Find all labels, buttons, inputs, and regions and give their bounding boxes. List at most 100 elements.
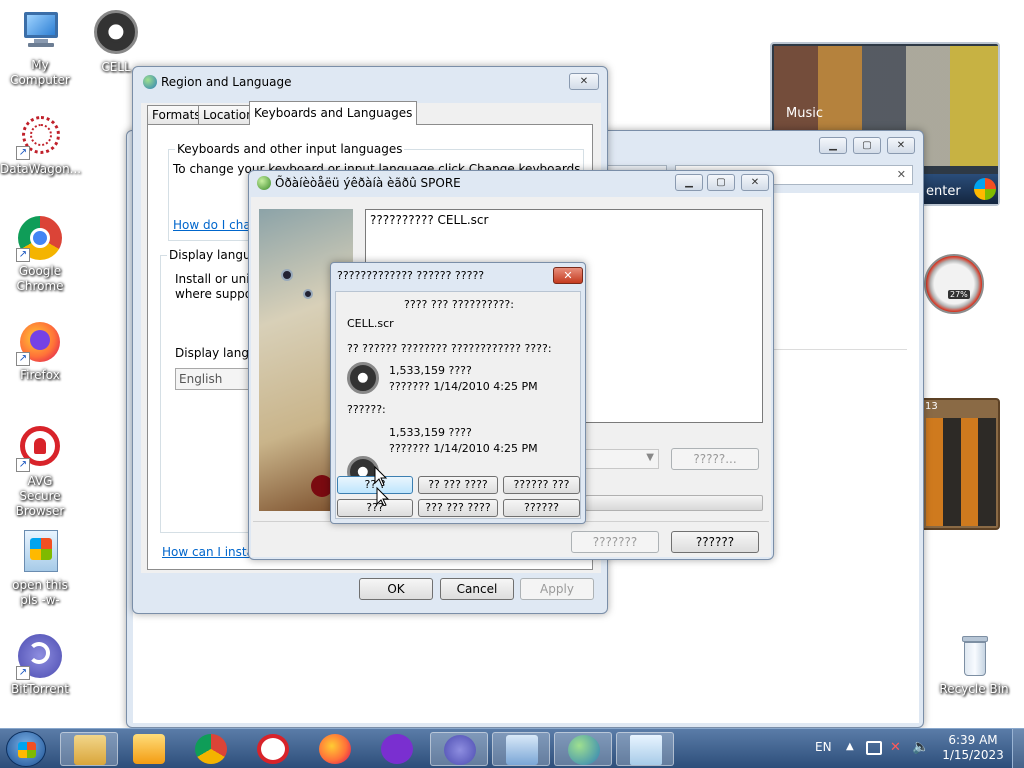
bg-maximize-button[interactable]: ▢ [853, 137, 881, 154]
chevron-down-icon: ▼ [646, 452, 654, 463]
windows-logo-icon [18, 742, 36, 758]
confirm-cancel-button[interactable]: ?????? [503, 499, 580, 517]
show-hidden-icons-chevron-icon[interactable]: ▲ [846, 741, 854, 752]
how-do-i-change-link[interactable]: How do I chan [173, 218, 258, 232]
desktop-icon-avg-secure-browser[interactable]: ↗ AVG Secure Browser [0, 424, 80, 519]
spore-minimize-button[interactable]: ▁ [675, 174, 703, 191]
datawagon-icon: ↗ [16, 112, 64, 160]
desktop-icon-bittorrent[interactable]: ↗ BitTorrent [0, 632, 80, 697]
desktop-icon-google-chrome[interactable]: ↗ Google Chrome [0, 214, 80, 294]
media-center-music-label: Music [786, 106, 823, 121]
puzzle-tiles [926, 418, 996, 526]
avg-browser-icon [257, 734, 289, 764]
cpu-meter-gadget: 27% [924, 254, 984, 314]
shortcut-arrow-icon: ↗ [16, 248, 30, 262]
shortcut-arrow-icon: ↗ [16, 352, 30, 366]
confirm-rename-button[interactable]: ?????? ??? [503, 476, 580, 494]
spore-dropdown[interactable]: ▼ [581, 449, 659, 469]
taskbar-region-language[interactable] [554, 732, 612, 766]
input-languages-group-title: Keyboards and other input languages [175, 142, 405, 156]
spore-app-icon [257, 176, 271, 190]
clock-time: 6:39 AM [948, 733, 998, 747]
confirm-yes-to-all-button[interactable]: ?? ??? ???? [418, 476, 498, 494]
file1-size: 1,533,159 ???? [389, 364, 472, 377]
taskbar-installer[interactable] [616, 732, 674, 766]
network-error-icon[interactable]: ✕ [890, 740, 901, 755]
spore-next-button[interactable]: ?????? [671, 531, 759, 553]
file1-date: ??????? 1/14/2010 4:25 PM [389, 380, 538, 393]
taskbar: EN ▲ ✕ 🔈 6:39 AM 1/15/2023 [0, 728, 1024, 768]
media-center-text: enter [926, 184, 961, 199]
confirm-dialog-client: ???? ??? ??????????: CELL.scr ?? ?????? … [335, 291, 581, 519]
spore-maximize-button[interactable]: ▢ [707, 174, 735, 191]
file-gear-icon [347, 362, 379, 394]
confirm-filename: CELL.scr [347, 317, 394, 330]
taskbar-firefox[interactable] [306, 732, 364, 766]
volume-icon[interactable]: 🔈 [912, 739, 929, 755]
cpu-percent: 27% [948, 290, 970, 299]
spore-browse-button[interactable]: ?????... [671, 448, 759, 470]
region-window-title: Region and Language [161, 75, 292, 89]
confirm-dialog-title: ????????????? ?????? ????? [337, 269, 485, 282]
tab-keyboards-and-languages[interactable]: Keyboards and Languages [249, 101, 418, 125]
confirm-no-to-all-button[interactable]: ??? ??? ???? [418, 499, 498, 517]
taskbar-media-player[interactable] [120, 732, 178, 766]
taskbar-bittorrent[interactable] [430, 732, 488, 766]
picture-puzzle-gadget[interactable]: 13 [920, 398, 1000, 530]
cancel-button[interactable]: Cancel [440, 578, 514, 600]
chrome-icon [195, 734, 227, 764]
computer-icon [16, 8, 64, 56]
gear-icon [92, 10, 140, 58]
shortcut-arrow-icon: ↗ [16, 146, 30, 160]
taskbar-control-panel[interactable] [492, 732, 550, 766]
vpn-mask-icon [381, 734, 413, 764]
mouse-cursor-icon [374, 466, 390, 506]
desktop-icon-datawagon[interactable]: ↗ DataWagon... [0, 112, 81, 177]
region-close-button[interactable]: ✕ [569, 73, 599, 90]
firefox-icon [319, 734, 351, 764]
globe-icon [143, 75, 157, 89]
confirm-replace-dialog: ????????????? ?????? ????? ✕ ???? ??? ??… [330, 262, 586, 524]
desktop-icon-my-computer[interactable]: My Computer [0, 8, 80, 88]
recycle-bin-icon [950, 632, 998, 680]
file2-date: ??????? 1/14/2010 4:25 PM [389, 442, 538, 455]
puzzle-timer: 13 [925, 401, 938, 412]
display-language-text-2: where suppor [175, 287, 258, 301]
spore-back-button[interactable]: ??????? [571, 531, 659, 553]
language-indicator[interactable]: EN [815, 740, 832, 754]
action-center-flag-icon[interactable] [866, 741, 882, 755]
globe-clock-icon [568, 735, 600, 765]
clock[interactable]: 6:39 AM 1/15/2023 [940, 733, 1006, 763]
taskbar-chrome[interactable] [182, 732, 240, 766]
spore-close-button[interactable]: ✕ [741, 174, 769, 191]
desktop-icon-open-this-pls[interactable]: open this pls -w- [0, 528, 80, 608]
confirm-close-button[interactable]: ✕ [553, 267, 583, 284]
bittorrent-icon [444, 735, 476, 765]
spore-progress-bar [585, 495, 763, 511]
media-player-icon [133, 734, 165, 764]
taskbar-explorer[interactable] [60, 732, 118, 766]
how-can-i-install-link[interactable]: How can I install [162, 545, 261, 559]
installer-icon [630, 735, 662, 765]
desktop-icon-firefox[interactable]: ↗ Firefox [0, 318, 80, 383]
start-button[interactable] [6, 731, 46, 767]
clock-date: 1/15/2023 [942, 748, 1004, 762]
firefox-icon: ↗ [16, 318, 64, 366]
ok-button[interactable]: OK [359, 578, 433, 600]
taskbar-vpn[interactable] [368, 732, 426, 766]
confirm-with-line: ??????: [347, 403, 386, 416]
tab-formats[interactable]: Formats [147, 105, 206, 125]
taskbar-avg-browser[interactable] [244, 732, 302, 766]
spore-window-title: Õðàíèòåëü ýêðàíà èãðû SPORE [275, 176, 461, 190]
bg-minimize-button[interactable]: ▁ [819, 137, 847, 154]
clear-icon[interactable]: ✕ [897, 168, 906, 181]
shortcut-arrow-icon: ↗ [16, 458, 30, 472]
apply-button[interactable]: Apply [520, 578, 594, 600]
show-desktop-button[interactable] [1012, 729, 1024, 768]
desktop-icon-cell[interactable]: CELL [76, 8, 156, 75]
bg-close-button[interactable]: ✕ [887, 137, 915, 154]
desktop-icon-recycle-bin[interactable]: Recycle Bin [934, 632, 1014, 697]
file2-size: 1,533,159 ???? [389, 426, 472, 439]
display-language-text-1: Install or unin [175, 272, 258, 286]
control-panel-icon [506, 735, 538, 765]
